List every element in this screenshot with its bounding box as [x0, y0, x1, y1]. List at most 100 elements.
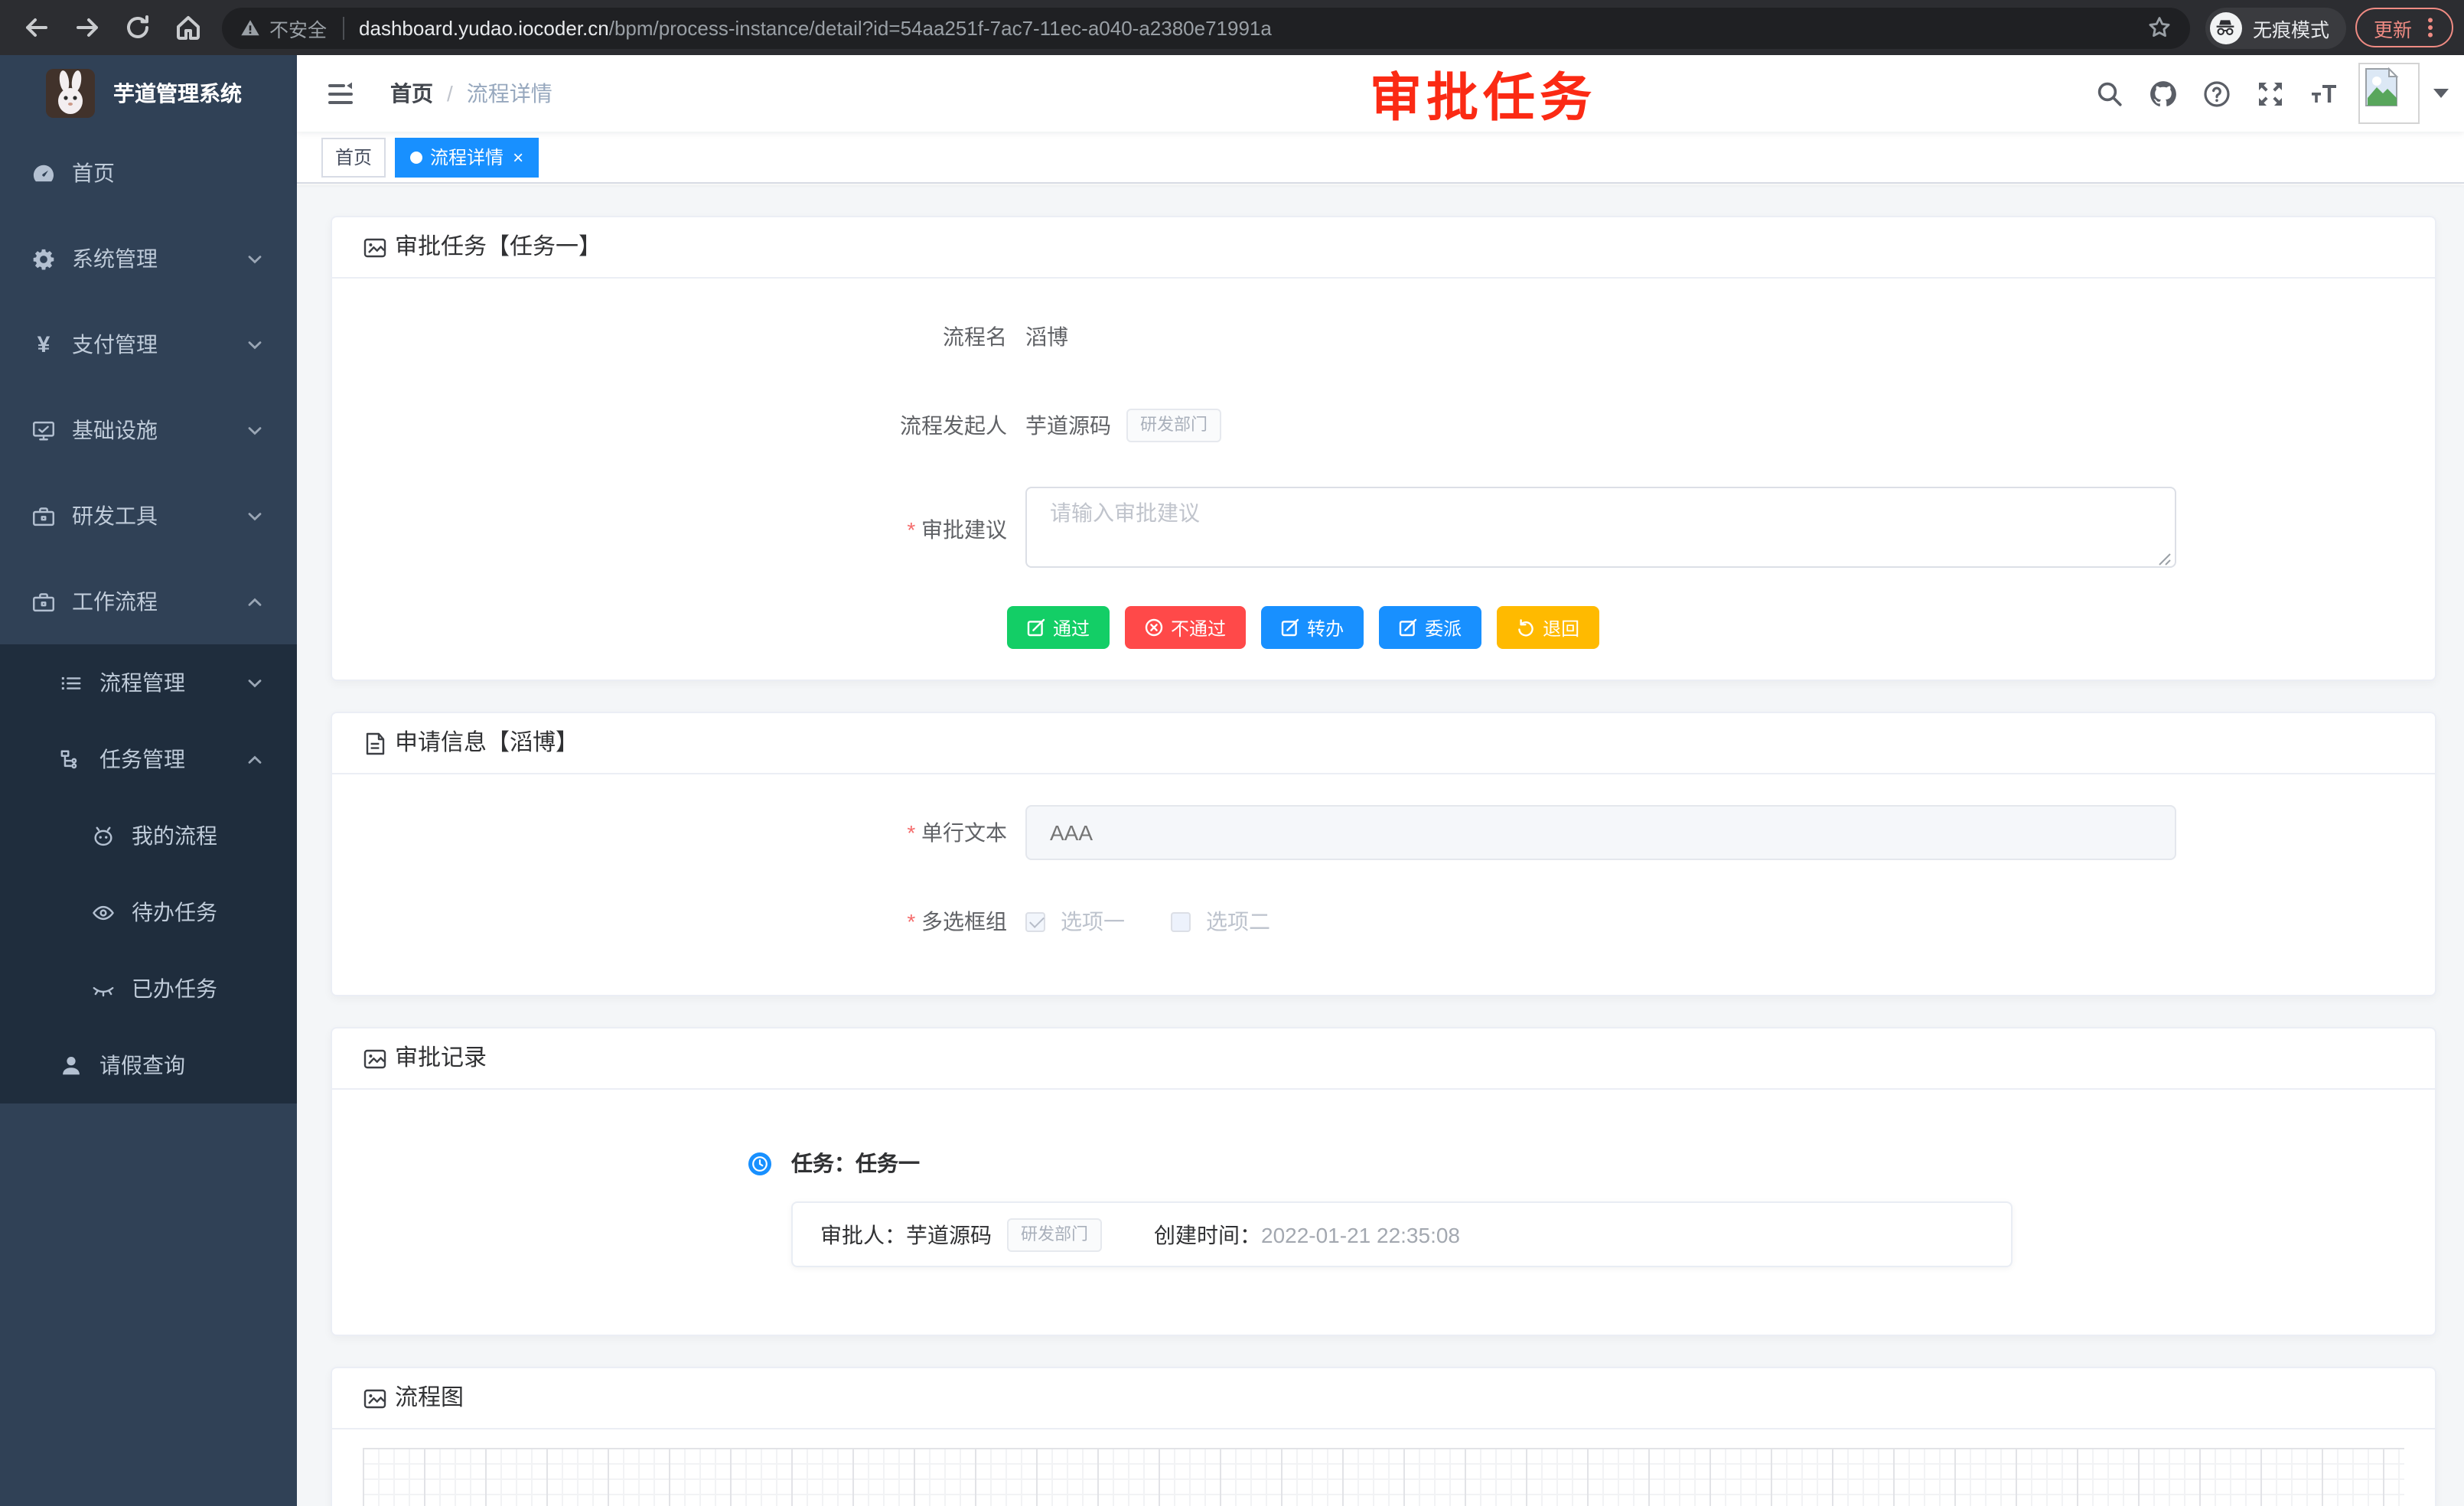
card-header: 申请信息【滔博】: [332, 713, 2435, 774]
app-logo: [46, 68, 95, 117]
edit-icon: [1027, 618, 1045, 637]
page-title: 审批任务: [1370, 56, 1596, 131]
sidebar-item-done-tasks[interactable]: 已办任务: [0, 950, 297, 1027]
font-size-icon[interactable]: [2309, 79, 2339, 108]
url-host: dashboard.yudao.iocoder.cn: [359, 16, 609, 39]
sidebar-item-workflow[interactable]: 工作流程: [0, 559, 297, 644]
reload-icon[interactable]: [124, 14, 152, 41]
bpmn-diagram-canvas[interactable]: [363, 1448, 2404, 1506]
search-icon[interactable]: [2095, 79, 2124, 108]
avatar[interactable]: [2358, 63, 2420, 124]
transfer-button[interactable]: 转办: [1261, 606, 1364, 649]
checkbox-group-label: 多选框组: [363, 894, 1007, 949]
app-title: 芋道管理系统: [113, 77, 242, 108]
refresh-left-icon: [1517, 618, 1535, 637]
page-url[interactable]: dashboard.yudao.iocoder.cn/bpm/process-i…: [359, 16, 1272, 39]
chevron-down-icon: [246, 507, 263, 524]
sidebar-item-process-mgmt[interactable]: 流程管理: [0, 644, 297, 721]
tab-process-detail[interactable]: 流程详情 ×: [395, 137, 539, 177]
delegate-button[interactable]: 委派: [1379, 606, 1481, 649]
app-logo-row[interactable]: 芋道管理系统: [0, 55, 297, 130]
card-header: 审批任务【任务一】: [332, 217, 2435, 279]
approval-task-card: 审批任务【任务一】 流程名 滔博 流程发起人 芋道源码 研发部门 审批建议: [331, 216, 2436, 681]
github-icon[interactable]: [2149, 79, 2178, 108]
toolbox-icon: [32, 590, 55, 613]
not-secure-warning-icon[interactable]: [240, 18, 260, 37]
chevron-down-icon: [246, 250, 263, 267]
update-label: 更新: [2374, 13, 2412, 42]
sidebar-item-label: 已办任务: [132, 973, 217, 1004]
tab-label: 首页: [335, 144, 372, 170]
user-icon: [60, 1054, 83, 1077]
text-field-label: 单行文本: [363, 805, 1007, 860]
tab-home[interactable]: 首页: [321, 137, 386, 177]
approve-button[interactable]: 通过: [1007, 606, 1110, 649]
initiator-value: 芋道源码 研发部门: [1025, 398, 1221, 453]
browser-menu-icon[interactable]: [2420, 15, 2441, 40]
sidebar-collapse-icon[interactable]: [326, 79, 355, 108]
avatar-caret-icon[interactable]: [2433, 89, 2449, 98]
approval-timeline: 任务：任务一 审批人： 芋道源码 研发部门 创建时间： 2022-01-21 2…: [748, 1148, 2404, 1286]
eye-closed-icon: [92, 977, 115, 1000]
sidebar-item-dev-tools[interactable]: 研发工具: [0, 473, 297, 559]
picture-icon: [363, 1046, 387, 1071]
address-bar[interactable]: 不安全 dashboard.yudao.iocoder.cn/bpm/proce…: [222, 7, 2190, 48]
checkbox-option-2[interactable]: 选项二: [1171, 907, 1270, 936]
card-body: 流程名 滔博 流程发起人 芋道源码 研发部门 审批建议: [332, 279, 2435, 680]
list-icon: [60, 671, 83, 694]
fullscreen-icon[interactable]: [2256, 79, 2285, 108]
approver-value: 芋道源码: [906, 1219, 992, 1250]
circle-close-icon: [1145, 618, 1163, 637]
sidebar-item-leave-query[interactable]: 请假查询: [0, 1027, 297, 1103]
breadcrumb-home[interactable]: 首页: [390, 78, 433, 109]
reject-button[interactable]: 不通过: [1125, 606, 1246, 649]
chevron-down-icon: [246, 336, 263, 353]
incognito-label: 无痕模式: [2253, 13, 2329, 42]
opinion-textarea[interactable]: [1025, 487, 2176, 568]
breadcrumb: 首页 / 流程详情: [390, 78, 552, 109]
checkbox-option-1[interactable]: 选项一: [1025, 907, 1125, 936]
sidebar-item-home[interactable]: 首页: [0, 130, 297, 216]
process-diagram-card: 流程图: [331, 1367, 2436, 1506]
picture-icon: [363, 1386, 387, 1410]
forward-icon[interactable]: [73, 14, 101, 41]
process-name-row: 流程名 滔博: [363, 309, 2404, 364]
sidebar-item-my-process[interactable]: 我的流程: [0, 797, 297, 874]
sidebar-item-todo-tasks[interactable]: 待办任务: [0, 874, 297, 950]
card-title: 审批任务【任务一】: [395, 231, 601, 263]
opinion-label: 审批建议: [363, 502, 1007, 557]
sidebar-item-infra[interactable]: 基础设施: [0, 387, 297, 473]
tab-close-icon[interactable]: ×: [513, 148, 523, 166]
timeline-item-head: 任务：任务一: [748, 1148, 2404, 1178]
sidebar-item-label: 我的流程: [132, 820, 217, 851]
bookmark-star-icon[interactable]: [2147, 15, 2172, 40]
text-field-input[interactable]: [1025, 805, 2176, 860]
checkbox-checked-icon[interactable]: [1025, 911, 1045, 931]
opinion-row: 审批建议: [363, 487, 2404, 572]
approval-actions: 通过 不通过 转办 委派: [1007, 606, 2404, 649]
return-button[interactable]: 退回: [1497, 606, 1599, 649]
back-icon[interactable]: [23, 14, 51, 41]
sidebar-item-task-mgmt[interactable]: 任务管理: [0, 721, 297, 797]
dept-tag: 研发部门: [1007, 1218, 1102, 1251]
breadcrumb-current: 流程详情: [467, 78, 552, 109]
checkbox-unchecked-icon[interactable]: [1171, 911, 1191, 931]
sidebar-item-label: 任务管理: [99, 744, 185, 774]
eye-icon: [92, 901, 115, 924]
chevron-down-icon: [246, 674, 263, 691]
sidebar-item-payment[interactable]: ¥ 支付管理: [0, 302, 297, 387]
active-dot-icon: [410, 151, 422, 163]
home-icon[interactable]: [174, 14, 202, 41]
screen: 不安全 dashboard.yudao.iocoder.cn/bpm/proce…: [0, 0, 2464, 1506]
incognito-icon: [2210, 11, 2242, 44]
sidebar-item-label: 基础设施: [72, 415, 158, 445]
sidebar-item-label: 研发工具: [72, 500, 158, 531]
sidebar-menu: 首页 系统管理 ¥ 支付管理 基础设施 研发工具: [0, 130, 297, 1103]
help-icon[interactable]: [2202, 79, 2231, 108]
not-secure-label[interactable]: 不安全: [269, 13, 327, 42]
browser-toolbar: 不安全 dashboard.yudao.iocoder.cn/bpm/proce…: [0, 0, 2464, 55]
sidebar-item-system[interactable]: 系统管理: [0, 216, 297, 302]
card-body: [332, 1429, 2435, 1506]
browser-update-button[interactable]: 更新: [2355, 8, 2453, 47]
edit-icon: [1281, 618, 1299, 637]
